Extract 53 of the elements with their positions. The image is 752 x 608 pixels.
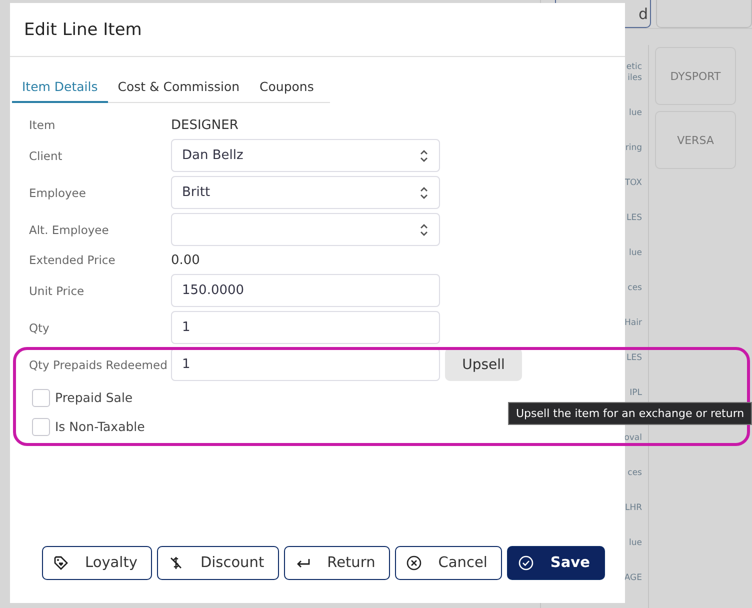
field-label: Employee [29,186,87,200]
field-label: Qty Prepaids Redeemed [29,358,168,372]
category-label[interactable]: lue [629,236,642,271]
tooltip: Upsell the item for an exchange or return [508,402,752,425]
dialog-title: Edit Line Item [24,20,142,40]
return-button[interactable]: Return [284,546,390,580]
discount-button[interactable]: Discount [157,546,280,580]
category-label[interactable]: lue [629,96,642,131]
tag-icon [53,555,69,571]
close-icon [406,555,422,571]
field-label: Item [29,118,56,132]
category-label[interactable]: Hair [624,306,642,341]
checkbox[interactable] [32,388,50,406]
field-label: Unit Price [29,284,86,298]
category-label[interactable]: ces [628,456,642,491]
tab[interactable]: Cost & Commission [108,71,250,103]
chevron-icon [419,186,429,200]
select-field[interactable]: Britt [171,176,440,209]
category-label[interactable]: LES [626,201,642,236]
tab[interactable]: Coupons [250,71,324,103]
input-field[interactable]: 150.0000 [171,274,440,307]
field-value: 0.00 [171,252,200,268]
cancel-button[interactable]: Cancel [395,546,502,580]
field-value: DESIGNER [171,118,238,132]
chevron-icon [419,148,429,162]
category-label[interactable]: LES [626,341,642,376]
check-circle-icon [518,555,534,571]
category-label[interactable]: TOX [624,166,642,201]
checkbox-label: Is Non-Taxable [55,419,145,434]
field-label: Client [29,148,64,162]
tab[interactable]: Item Details [12,71,108,103]
checkbox[interactable] [32,418,50,436]
select-field[interactable] [171,213,440,246]
input-field[interactable]: 1 [171,348,440,381]
select-field[interactable]: Dan Bellz [171,139,440,172]
upsell-button[interactable]: Upsell [445,348,522,381]
save-button[interactable]: Save [507,546,605,580]
loyalty-button[interactable]: Loyalty [42,546,152,580]
field-label: Alt. Employee [29,222,110,236]
top-tile[interactable] [656,0,752,28]
product-tile[interactable]: VERSA [655,111,736,169]
category-label[interactable]: LHR [624,491,642,526]
chevron-icon [419,222,429,236]
category-label[interactable]: lue [629,526,642,561]
category-label[interactable]: etic iles [624,50,642,96]
input-field[interactable]: 1 [171,311,440,344]
category-label[interactable]: ces [628,271,642,306]
checkbox-label: Prepaid Sale [55,390,133,405]
category-label[interactable]: ring [625,131,642,166]
field-label: Qty [29,320,50,334]
category-label[interactable]: AGE [624,561,642,596]
product-tile[interactable]: DYSPORT [655,47,736,105]
field-label: Extended Price [29,253,116,267]
